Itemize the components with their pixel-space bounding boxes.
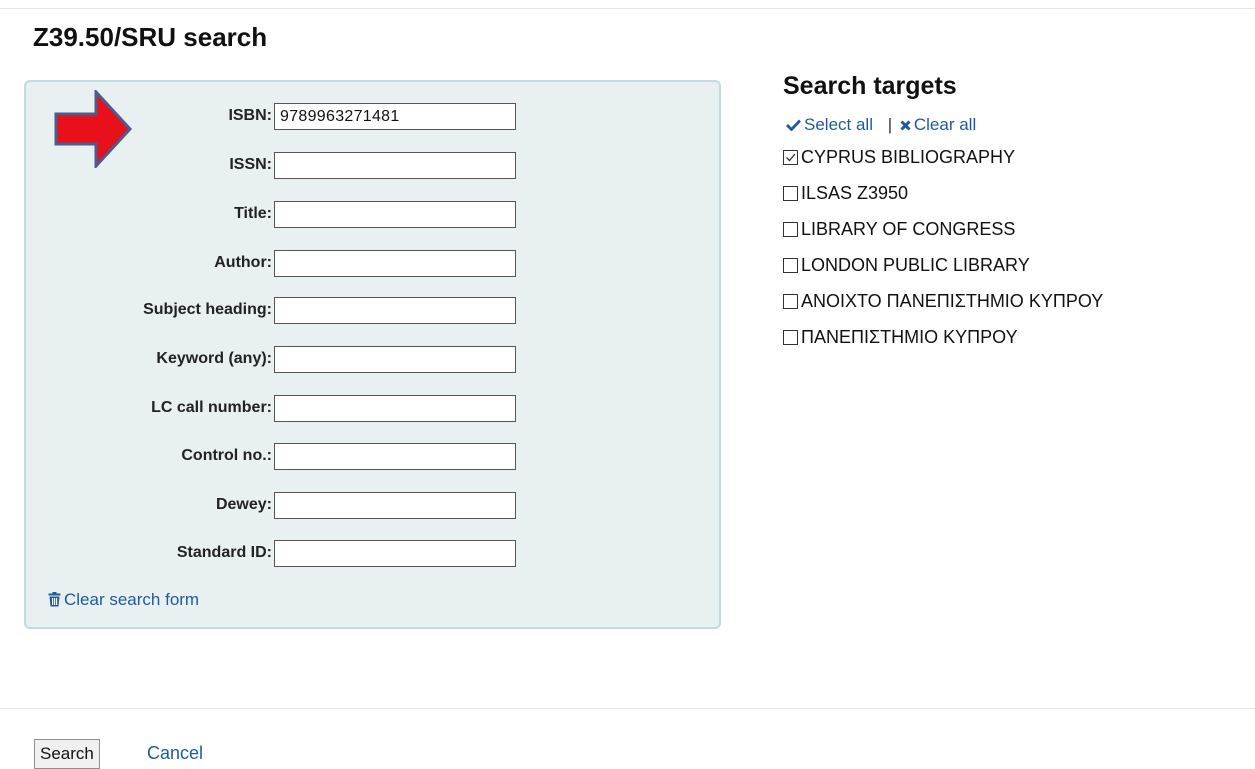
search-target-list: CYPRUS BIBLIOGRAPHY ILSAS Z3950 LIBRARY … <box>783 147 1253 363</box>
standard-id-input[interactable] <box>274 540 516 567</box>
subject-heading-label: Subject heading: <box>143 301 272 318</box>
target-item[interactable]: LONDON PUBLIC LIBRARY <box>783 255 1253 291</box>
clear-all-label: Clear all <box>913 115 977 134</box>
clear-all-link[interactable]: Clear all <box>900 115 976 134</box>
lc-call-number-row: LC call number: <box>26 395 626 422</box>
bulk-separator: | <box>887 115 893 134</box>
search-form-panel: ISBN: ISSN: Title: Author: Subject headi… <box>24 80 721 629</box>
control-no-label: Control no.: <box>181 447 272 464</box>
isbn-label: ISBN: <box>228 107 272 124</box>
target-item[interactable]: ILSAS Z3950 <box>783 183 1253 219</box>
target-item[interactable]: LIBRARY OF CONGRESS <box>783 219 1253 255</box>
isbn-row: ISBN: <box>26 103 626 130</box>
author-label: Author: <box>214 254 272 271</box>
issn-label: ISSN: <box>229 156 272 173</box>
issn-input[interactable] <box>274 152 516 179</box>
author-input[interactable] <box>274 250 516 277</box>
search-button[interactable]: Search <box>34 739 100 769</box>
target-item[interactable]: CYPRUS BIBLIOGRAPHY <box>783 147 1253 183</box>
clear-search-form-link[interactable]: Clear search form <box>48 590 199 610</box>
check-icon <box>786 119 802 132</box>
subject-heading-input[interactable] <box>274 297 516 324</box>
title-row: Title: <box>26 201 626 228</box>
keyword-row: Keyword (any): <box>26 346 626 373</box>
control-no-input[interactable] <box>274 443 516 470</box>
target-checkbox[interactable] <box>783 330 798 345</box>
target-checkbox[interactable] <box>783 186 798 201</box>
target-label: ILSAS Z3950 <box>801 183 909 203</box>
target-checkbox[interactable] <box>783 258 798 273</box>
target-checkbox[interactable] <box>783 294 798 309</box>
issn-row: ISSN: <box>26 152 626 179</box>
target-checkbox[interactable] <box>783 222 798 237</box>
select-all-label: Select all <box>804 115 873 134</box>
bottom-divider <box>0 708 1255 709</box>
target-label: ΠΑΝΕΠΙΣΤΗΜΙΟ ΚΥΠΡΟΥ <box>801 327 1018 347</box>
target-item[interactable]: ΑΝΟΙΧΤΟ ΠΑΝΕΠΙΣΤΗΜΙΟ ΚΥΠΡΟΥ <box>783 291 1253 327</box>
keyword-label: Keyword (any): <box>156 350 272 367</box>
title-input[interactable] <box>274 201 516 228</box>
target-label: CYPRUS BIBLIOGRAPHY <box>801 147 1016 167</box>
target-checkbox[interactable] <box>783 150 798 165</box>
clear-search-form-label: Clear search form <box>64 590 200 609</box>
lc-call-number-input[interactable] <box>274 395 516 422</box>
select-all-link[interactable]: Select all <box>786 115 878 134</box>
keyword-input[interactable] <box>274 346 516 373</box>
checkmark-icon <box>786 153 796 162</box>
top-divider <box>0 8 1255 9</box>
dewey-label: Dewey: <box>215 496 272 513</box>
search-targets-panel: Search targets Select all | Clear all CY… <box>783 72 1103 347</box>
dewey-row: Dewey: <box>26 492 626 519</box>
title-label: Title: <box>234 205 272 222</box>
author-row: Author: <box>26 250 626 277</box>
target-label: LONDON PUBLIC LIBRARY <box>801 255 1030 275</box>
x-icon <box>900 120 911 131</box>
standard-id-row: Standard ID: <box>26 540 626 567</box>
control-no-row: Control no.: <box>26 443 626 470</box>
dewey-input[interactable] <box>274 492 516 519</box>
lc-call-number-label: LC call number: <box>151 399 272 416</box>
target-item[interactable]: ΠΑΝΕΠΙΣΤΗΜΙΟ ΚΥΠΡΟΥ <box>783 327 1253 363</box>
isbn-input[interactable] <box>274 103 516 130</box>
standard-id-label: Standard ID: <box>176 544 272 561</box>
cancel-link[interactable]: Cancel <box>147 743 203 764</box>
bulk-select-controls: Select all | Clear all <box>786 115 976 135</box>
subject-heading-row: Subject heading: <box>26 297 626 324</box>
target-label: ΑΝΟΙΧΤΟ ΠΑΝΕΠΙΣΤΗΜΙΟ ΚΥΠΡΟΥ <box>801 291 1104 311</box>
target-label: LIBRARY OF CONGRESS <box>801 219 1016 239</box>
search-targets-heading: Search targets <box>783 72 957 100</box>
page-title: Z39.50/SRU search <box>33 22 268 52</box>
trash-icon <box>48 592 61 607</box>
